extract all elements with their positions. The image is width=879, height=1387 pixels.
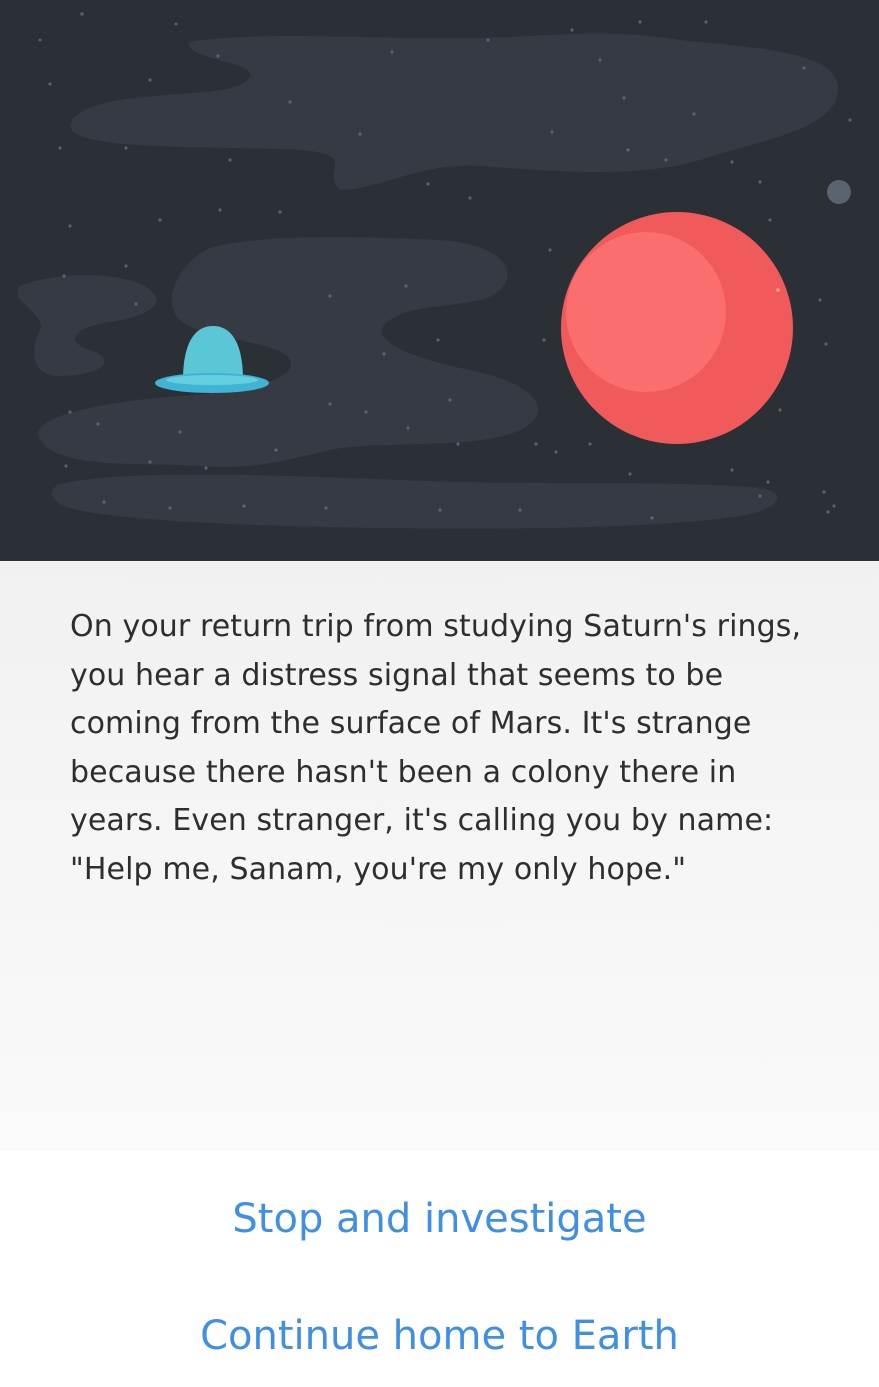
small-moon-icon — [827, 180, 851, 204]
space-scene — [0, 0, 879, 561]
story-screen: On your return trip from studying Saturn… — [0, 0, 879, 1387]
story-panel: On your return trip from studying Saturn… — [0, 561, 879, 1151]
continue-home-button[interactable]: Continue home to Earth — [0, 1306, 879, 1366]
stop-and-investigate-button[interactable]: Stop and investigate — [0, 1189, 879, 1249]
story-line: years. Even stranger, it's calling you b… — [70, 803, 774, 838]
space-illustration — [0, 0, 879, 561]
story-line: because there hasn't been a colony there… — [70, 754, 737, 790]
choice-panel: Stop and investigate Continue home to Ea… — [0, 1151, 879, 1387]
story-line: On your return trip from studying Saturn… — [70, 609, 802, 644]
story-line: "Help me, Sanam, you're my only hope." — [70, 851, 687, 887]
story-line: you hear a distress signal that seems to… — [70, 657, 724, 693]
story-text: On your return trip from studying Saturn… — [70, 603, 830, 894]
story-line: coming from the surface of Mars. It's st… — [70, 706, 752, 741]
mars-planet-icon — [561, 212, 793, 444]
